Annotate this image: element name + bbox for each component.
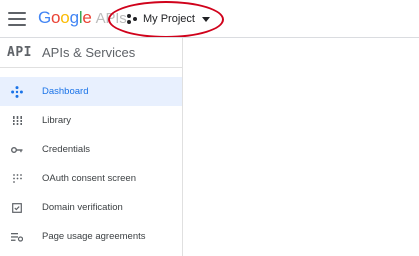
sidebar-item-dashboard[interactable]: Dashboard	[0, 77, 182, 106]
sidebar-nav: Dashboard Library Credentials OAuth cons…	[0, 68, 182, 251]
project-picker[interactable]: My Project	[127, 9, 210, 29]
sidebar-item-domain-verification[interactable]: Domain verification	[0, 193, 182, 222]
main-content	[184, 38, 419, 256]
logo-letter: o	[60, 8, 70, 27]
sidebar-item-label: Domain verification	[42, 202, 123, 213]
sidebar: API APIs & Services Dashboard Library Cr…	[0, 38, 183, 256]
google-apis-logo[interactable]: Google APIs	[38, 8, 127, 29]
logo-letter: G	[38, 8, 52, 27]
sidebar-item-label: Credentials	[42, 144, 91, 155]
dashboard-diamond-icon	[10, 85, 24, 99]
logo-letter: o	[51, 8, 61, 27]
project-name: My Project	[143, 13, 195, 25]
sidebar-item-label: Page usage agreements	[42, 231, 146, 242]
sidebar-item-oauth-consent[interactable]: OAuth consent screen	[0, 164, 182, 193]
logo-letter: g	[69, 8, 79, 27]
project-dots-icon	[127, 13, 138, 25]
sidebar-item-label: OAuth consent screen	[42, 173, 136, 184]
sidebar-item-page-usage-agreements[interactable]: Page usage agreements	[0, 222, 182, 251]
api-badge: API	[7, 45, 32, 60]
sidebar-item-label: Library	[42, 115, 72, 126]
sidebar-header: API APIs & Services	[0, 38, 182, 68]
caret-down-icon	[201, 16, 210, 22]
oauth-dots-icon	[10, 172, 24, 186]
sidebar-item-label: Dashboard	[42, 86, 89, 97]
logo-letter: e	[82, 8, 92, 27]
top-bar: Google APIs My Project	[0, 0, 419, 38]
key-icon	[10, 143, 24, 157]
sidebar-item-credentials[interactable]: Credentials	[0, 135, 182, 164]
hamburger-menu-icon[interactable]	[8, 10, 26, 28]
sidebar-title: APIs & Services	[42, 45, 136, 60]
settings-list-icon	[10, 230, 24, 244]
library-icon	[10, 114, 24, 128]
checkbox-icon	[10, 201, 24, 215]
sidebar-item-library[interactable]: Library	[0, 106, 182, 135]
logo-suffix: APIs	[95, 10, 127, 27]
